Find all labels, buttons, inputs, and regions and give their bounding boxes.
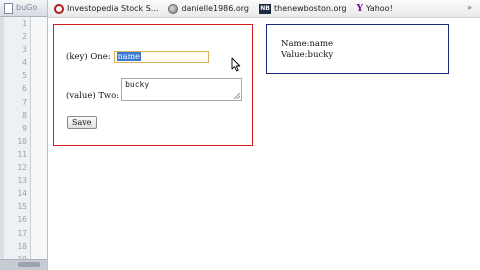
editor-text-area[interactable]: [31, 17, 47, 260]
mouse-pointer-icon: [231, 57, 241, 72]
save-button[interactable]: Save: [67, 116, 97, 129]
storage-form: (key) One: name (value) Two: bucky Save: [53, 24, 253, 146]
line-number: 6: [22, 84, 27, 94]
bookmarks-bar: Investopedia Stock S... danielle1986.org…: [48, 0, 480, 18]
line-number: 10: [17, 136, 27, 146]
line-number: 14: [17, 189, 27, 199]
newboston-icon: NB: [259, 3, 272, 14]
file-icon: [4, 3, 13, 14]
key-input[interactable]: name: [113, 51, 209, 63]
bookmark-thenewboston[interactable]: NB thenewboston.org: [259, 3, 347, 14]
value-row: (value) Two: bucky: [66, 78, 243, 101]
bookmark-yahoo[interactable]: Y Yahoo!: [357, 4, 393, 14]
output-value-line: Value:bucky: [281, 50, 334, 60]
scrollbar-thumb[interactable]: [18, 262, 40, 267]
line-number: 15: [17, 202, 27, 212]
bookmark-label: thenewboston.org: [274, 4, 347, 13]
resize-grip-icon[interactable]: [234, 93, 241, 99]
editor-tab[interactable]: buGo: [0, 0, 47, 17]
line-number: 17: [17, 228, 27, 238]
editor-horizontal-scrollbar[interactable]: [0, 259, 47, 270]
bookmark-investopedia[interactable]: Investopedia Stock S...: [54, 3, 159, 14]
line-number: 18: [17, 241, 27, 251]
value-textarea[interactable]: bucky: [121, 78, 243, 101]
output-box: Name:name Value:bucky: [266, 24, 449, 74]
line-number: 4: [22, 58, 27, 68]
investopedia-icon: [54, 3, 64, 14]
line-number: 13: [17, 176, 27, 186]
line-number-gutter: 12345678910111213141516171819: [4, 17, 31, 264]
line-number: 1: [22, 19, 27, 28]
line-number: 8: [22, 110, 27, 120]
selected-text: name: [116, 52, 141, 61]
bookmark-label: Yahoo!: [366, 4, 393, 13]
bookmark-label: danielle1986.org: [181, 4, 250, 13]
editor-tab-label: buGo: [16, 3, 38, 12]
line-number: 16: [17, 215, 27, 225]
value-label: (value) Two:: [66, 91, 120, 101]
output-name-line: Name:name: [281, 39, 334, 49]
key-label: (key) One:: [66, 52, 111, 62]
value-text: bucky: [125, 80, 150, 89]
line-number: 11: [17, 149, 27, 159]
key-row: (key) One: name: [66, 51, 209, 63]
globe-icon: [168, 3, 179, 14]
line-number: 7: [22, 97, 27, 107]
code-editor-panel: buGo 12345678910111213141516171819: [0, 0, 48, 270]
line-number: 9: [22, 123, 27, 133]
bookmark-label: Investopedia Stock S...: [67, 4, 159, 13]
line-number: 12: [17, 163, 27, 173]
yahoo-icon: Y: [356, 3, 364, 14]
line-number: 2: [22, 32, 27, 42]
line-number: 3: [22, 45, 27, 55]
bookmark-danielle1986[interactable]: danielle1986.org: [168, 3, 250, 14]
web-page-content: (key) One: name (value) Two: bucky Save …: [48, 19, 480, 270]
line-number: 5: [22, 71, 27, 81]
bookmarks-overflow-button[interactable]: »: [467, 3, 472, 12]
